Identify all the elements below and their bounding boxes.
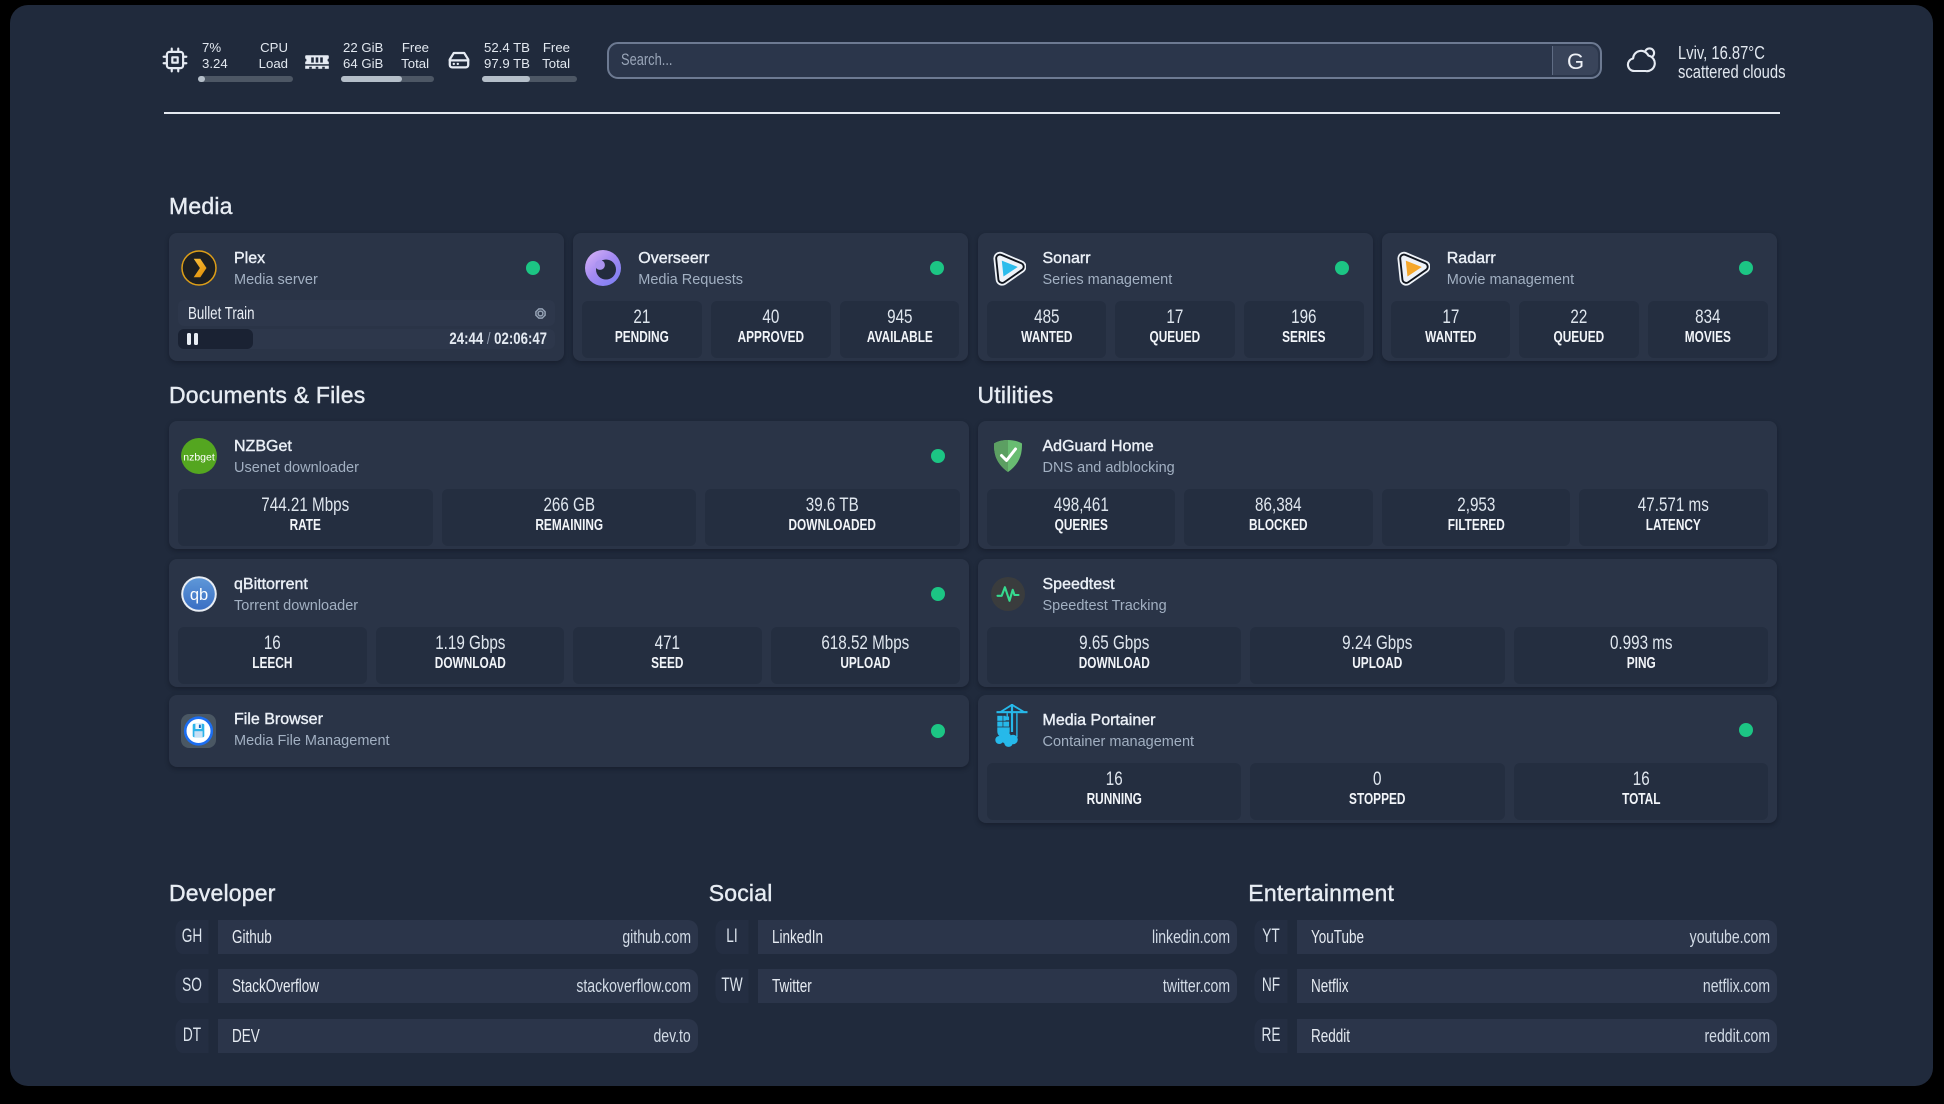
svg-text:nzbget: nzbget [183, 452, 215, 464]
svg-text:qb: qb [190, 585, 208, 603]
